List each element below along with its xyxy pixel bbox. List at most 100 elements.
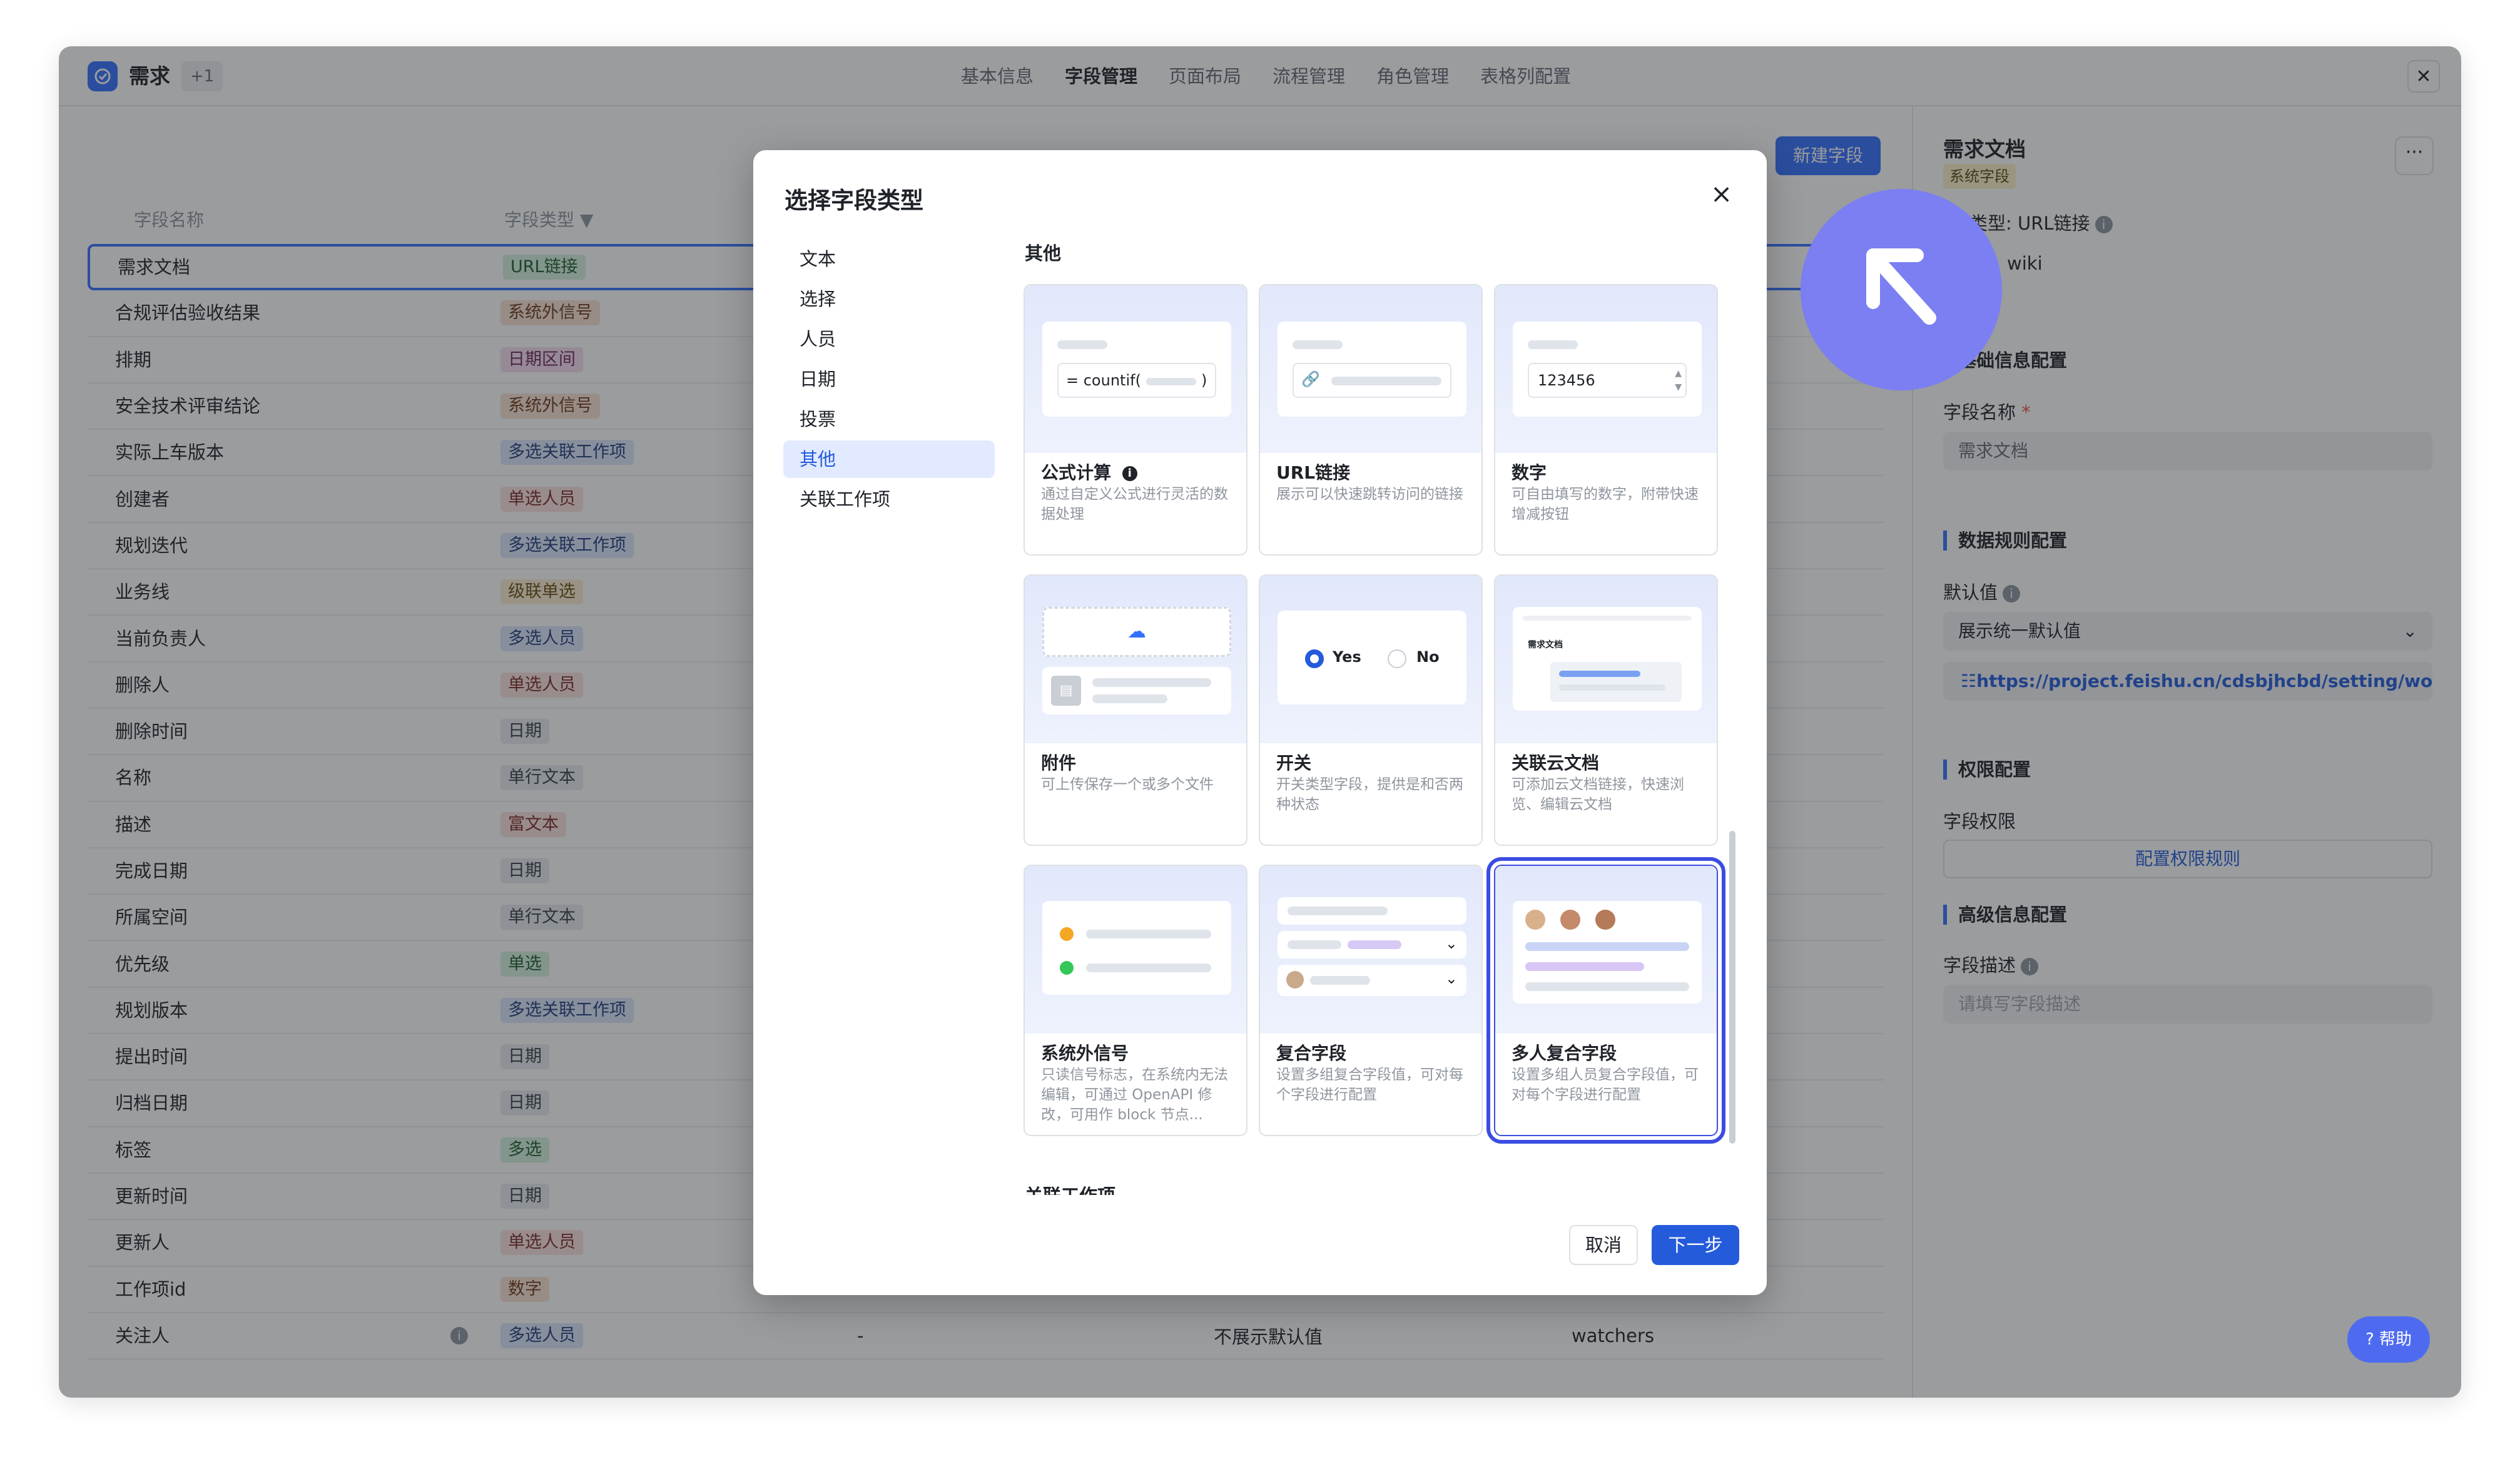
help-label: 帮助 [2379,1330,2412,1349]
number-field: 123456 ▲ ▼ [1528,363,1687,398]
number-preview: 123456 ▲ ▼ [1495,285,1717,453]
card-title: 数字 [1511,462,1547,483]
multi-person-preview [1495,866,1717,1034]
preview-line [1086,963,1211,972]
modal-scrollbar[interactable] [1729,831,1735,1144]
info-icon: i [1122,466,1137,481]
status-dot-icon [1060,961,1074,975]
next-button[interactable]: 下一步 [1652,1225,1739,1265]
preview-line [1092,678,1211,687]
help-button[interactable]: ? 帮助 [2347,1316,2430,1363]
composite-preview: ⌄ ⌄ [1260,866,1481,1034]
card-composite[interactable]: ⌄ ⌄ 复合字段 设置多组复合字段值，可对每个字段进行配置 [1259,865,1483,1136]
card-title: URL链接 [1276,462,1351,483]
preview-row [1278,897,1466,925]
radio-empty-icon [1388,649,1406,668]
avatar [1525,910,1545,930]
preview-line [1559,671,1640,677]
cursor-arrow-icon [1801,189,2002,390]
preview-line [1528,340,1578,349]
card-description: 可自由填写的数字，附带快速增减按钮 [1511,486,1699,522]
card-description: 可添加云文档链接，快速浏览、编辑云文档 [1511,776,1684,813]
radio-selected-icon [1305,649,1324,668]
preview-box: = countif() [1042,322,1231,417]
category-linked-items[interactable]: 关联工作项 [783,480,995,518]
signal-preview [1025,866,1246,1034]
card-description: 可上传保存一个或多个文件 [1041,776,1214,793]
preview-line [1525,962,1644,971]
card-attachment[interactable]: ☁ ▤ 附件 可上传保存一个或多个文件 [1024,574,1247,846]
upload-cloud-icon: ☁ [1042,607,1231,657]
card-cloud-doc[interactable]: 需求文档 关联云文档 可添加云文档链接，快速浏览、编辑云文档 [1494,574,1718,846]
card-external-signal[interactable]: 系统外信号 只读信号标志，在系统内无法编辑，可通过 OpenAPI 修改，可用作… [1024,865,1247,1136]
url-field: 🔗 [1293,363,1451,398]
formula-close-paren: ) [1201,372,1207,389]
card-number[interactable]: 123456 ▲ ▼ 数字 可自由填写的数字，附带快速增减按钮 [1494,284,1718,556]
category-other[interactable]: 其他 [783,440,995,478]
card-formula[interactable]: = countif() 公式计算 i 通过自定义公式进行灵活的数据处理 [1024,284,1247,556]
card-title: 开关 [1276,753,1312,773]
formula-text: = countif( [1066,372,1141,389]
formula-preview: = countif() [1025,285,1246,453]
card-description: 设置多组复合字段值，可对每个字段进行配置 [1276,1067,1463,1103]
avatar [1595,910,1615,930]
file-icon: ▤ [1051,676,1081,706]
link-icon: 🔗 [1301,370,1320,388]
card-switch[interactable]: Yes No 开关 开关类型字段，提供是和否两种状态 [1259,574,1483,846]
preview-line [1331,377,1441,385]
section-title-linked-items: 关联工作项 [1025,1181,1115,1195]
card-description: 只读信号标志，在系统内无法编辑，可通过 OpenAPI 修改，可用作 block… [1041,1067,1228,1123]
switch-preview: Yes No [1260,576,1481,743]
preview-row: ⌄ [1278,931,1466,958]
file-row: ▤ [1042,667,1231,714]
preview-line [1525,982,1689,991]
card-multi-person-composite[interactable]: 多人复合字段 设置多组人员复合字段值，可对每个字段进行配置 [1486,857,1725,1144]
doc-window: 需求文档 [1513,607,1702,711]
preview-box: 🔗 [1278,322,1466,417]
preview-box [1513,901,1702,1004]
status-dot-icon [1060,927,1074,941]
category-select[interactable]: 选择 [783,280,995,318]
url-preview: 🔗 [1260,285,1481,453]
category-text[interactable]: 文本 [783,240,995,278]
cancel-button[interactable]: 取消 [1569,1225,1638,1265]
preview-line [1559,684,1665,691]
preview-row: ⌄ [1278,965,1466,996]
card-description: 通过自定义公式进行灵活的数据处理 [1041,486,1228,522]
preview-line [1086,930,1211,938]
category-vote[interactable]: 投票 [783,400,995,438]
card-title: 系统外信号 [1041,1043,1129,1064]
chevron-down-icon: ⌄ [1445,970,1458,987]
preview-line [1525,942,1689,951]
preview-box: 123456 ▲ ▼ [1513,322,1702,417]
doc-title: 需求文档 [1528,640,1563,650]
field-type-modal: 选择字段类型 × 文本 选择 人员 日期 投票 其他 关联工作项 其他 = co… [753,150,1767,1295]
preview-line [1288,940,1341,949]
attachment-preview: ☁ ▤ [1025,576,1246,743]
help-icon: ? [2365,1330,2374,1349]
preview-line [1057,340,1107,349]
avatar [1560,910,1580,930]
category-date[interactable]: 日期 [783,360,995,398]
preview-line [1348,940,1401,949]
yes-label: Yes [1333,648,1361,666]
formula-field: = countif() [1057,363,1216,398]
card-title: 多人复合字段 [1511,1043,1617,1064]
card-title: 附件 [1041,753,1077,773]
cloud-doc-preview: 需求文档 [1495,576,1717,743]
preview-line [1288,907,1388,915]
number-value: 123456 [1538,372,1595,389]
section-title-other: 其他 [1025,243,1062,264]
doc-block [1550,662,1682,702]
preview-line [1523,616,1692,621]
category-people[interactable]: 人员 [783,320,995,358]
stepper-icon: ▲ ▼ [1675,369,1682,392]
preview-line [1092,694,1167,703]
preview-box: Yes No [1278,611,1466,704]
preview-box [1042,901,1231,995]
card-url[interactable]: 🔗 URL链接 展示可以快速跳转访问的链接 [1259,284,1483,556]
close-icon[interactable]: × [1710,179,1732,209]
preview-line [1293,340,1343,349]
preview-line [1310,976,1370,985]
chevron-down-icon: ⌄ [1445,935,1458,952]
